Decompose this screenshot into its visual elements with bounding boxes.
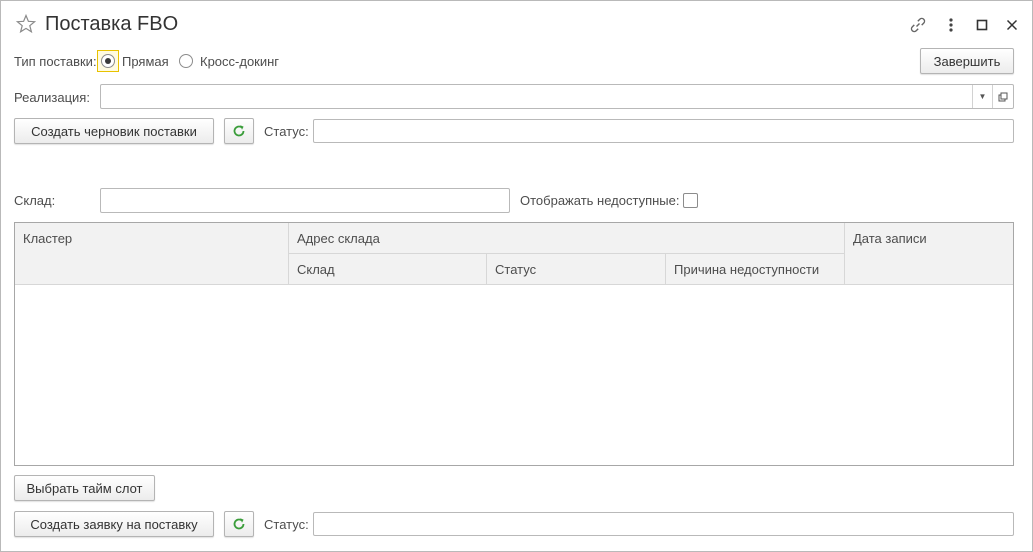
realization-label: Реализация:: [14, 90, 90, 105]
table-body[interactable]: [15, 285, 1013, 465]
supply-type-label: Тип поставки:: [14, 54, 97, 69]
star-icon[interactable]: [15, 13, 37, 35]
request-status-field: [313, 512, 1014, 536]
draft-status-label: Статус:: [264, 124, 309, 139]
create-draft-button[interactable]: Создать черновик поставки: [14, 118, 214, 144]
warehouse-label: Склад:: [14, 193, 56, 208]
refresh-draft-button[interactable]: [224, 118, 254, 144]
open-icon[interactable]: [992, 85, 1013, 108]
link-icon[interactable]: [908, 15, 928, 35]
radio-direct-label[interactable]: Прямая: [122, 54, 169, 69]
chevron-down-icon[interactable]: ▼: [972, 85, 992, 108]
select-timeslot-button[interactable]: Выбрать тайм слот: [14, 475, 155, 501]
show-unavailable-label: Отображать недоступные:: [520, 193, 680, 208]
warehouse-table[interactable]: Кластер Адрес склада Склад Статус Причин…: [14, 222, 1014, 466]
warehouse-input[interactable]: [100, 188, 510, 213]
show-unavailable-checkbox[interactable]: [683, 193, 698, 208]
radio-direct[interactable]: [101, 54, 115, 68]
column-header-warehouse[interactable]: Склад: [289, 254, 487, 285]
more-icon[interactable]: [941, 15, 961, 35]
form-window: Поставка FBO Тип поставки: Прямая Кросс-…: [0, 0, 1033, 552]
radio-cross-docking[interactable]: [179, 54, 193, 68]
column-header-status[interactable]: Статус: [487, 254, 666, 285]
column-group-address: Адрес склада: [289, 223, 845, 254]
request-status-label: Статус:: [264, 517, 309, 532]
realization-field[interactable]: ▼: [100, 84, 1014, 109]
refresh-icon: [233, 125, 245, 137]
page-title: Поставка FBO: [45, 13, 179, 35]
column-header-reason[interactable]: Причина недоступности: [666, 254, 845, 285]
maximize-icon[interactable]: [972, 15, 992, 35]
column-header-cluster[interactable]: Кластер: [15, 223, 289, 285]
column-header-record-date[interactable]: Дата записи: [845, 223, 1013, 285]
finish-button[interactable]: Завершить: [920, 48, 1014, 74]
refresh-request-button[interactable]: [224, 511, 254, 537]
draft-status-field: [313, 119, 1014, 143]
close-icon[interactable]: [1002, 15, 1022, 35]
refresh-icon: [233, 518, 245, 530]
radio-cross-docking-label[interactable]: Кросс-докинг: [200, 54, 279, 69]
create-request-button[interactable]: Создать заявку на поставку: [14, 511, 214, 537]
